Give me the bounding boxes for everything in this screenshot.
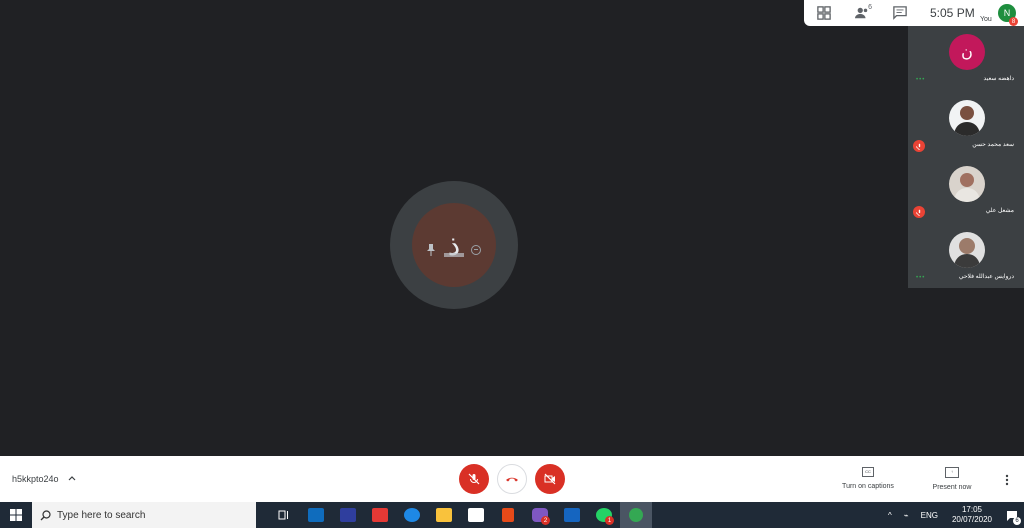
pdf-app[interactable] [492, 502, 524, 528]
self-indicator[interactable]: N You 8 [980, 4, 1018, 26]
store-app[interactable] [460, 502, 492, 528]
captions-label: Turn on captions [842, 483, 894, 490]
people-count: 6 [868, 4, 872, 11]
chrome-app[interactable] [620, 502, 652, 528]
speaking-indicator-icon: ••• [916, 275, 926, 281]
flipboard-app[interactable] [332, 502, 364, 528]
participant-photo [949, 166, 985, 202]
mic-off-icon [468, 473, 480, 485]
viber-app[interactable]: 2 [524, 502, 556, 528]
chevron-up-icon[interactable] [68, 474, 76, 482]
participant-tile[interactable]: سعد محمد حسن [908, 92, 1024, 157]
task-view-button[interactable] [268, 502, 300, 528]
mic-off-icon [913, 140, 925, 152]
mail-icon [308, 508, 324, 522]
system-tray: ^ ⌁ ENG 17:05 20/07/2020 6 [882, 502, 1024, 528]
people-icon[interactable]: 6 [850, 1, 874, 25]
participants-panel: ن ••• داهضه سعيد سعد محمد حسن مشعل علي •… [908, 26, 1024, 288]
participant-avatar: ن [949, 34, 985, 70]
mic-toggle-button[interactable] [459, 464, 489, 494]
present-button[interactable]: ↑ Present now [922, 467, 982, 491]
pdf-icon [502, 508, 514, 522]
mic-off-icon [913, 206, 925, 218]
search-placeholder: Type here to search [57, 509, 146, 521]
task-view-icon [278, 510, 288, 520]
participant-name: سعد محمد حسن [972, 142, 1014, 148]
meeting-info-bar: 6 5:05 PM N You 8 [804, 0, 1024, 26]
participant-name: دروايس عبدالله فلاحي [958, 274, 1014, 280]
edge-app[interactable] [396, 502, 428, 528]
system-clock[interactable]: 17:05 20/07/2020 [952, 505, 992, 525]
more-options-icon[interactable] [1005, 474, 1009, 486]
word-icon [564, 508, 580, 522]
windows-taskbar: Type here to search 2 1 ^ ⌁ ENG 17:05 20… [0, 502, 1024, 528]
search-icon [40, 509, 51, 520]
windows-logo-icon [10, 509, 22, 521]
remove-icon[interactable] [471, 245, 481, 255]
mail-app[interactable] [300, 502, 332, 528]
viber-badge: 2 [541, 516, 550, 525]
language-indicator[interactable]: ENG [921, 511, 938, 520]
self-label: You [980, 16, 992, 23]
present-label: Present now [932, 484, 972, 491]
participant-tile[interactable]: مشعل علي [908, 158, 1024, 223]
participant-tile[interactable]: ن ••• داهضه سعيد [908, 26, 1024, 91]
clock-time: 17:05 [961, 505, 982, 514]
camera-off-icon [544, 473, 556, 485]
hang-up-icon [506, 477, 518, 482]
participant-photo [949, 232, 985, 268]
taskbar-search[interactable]: Type here to search [32, 502, 256, 528]
main-speaker-circle: ذ [412, 203, 496, 287]
participant-tile[interactable]: ••• دروايس عبدالله فلاحي [908, 224, 1024, 289]
pin-icon[interactable] [426, 244, 436, 256]
captions-button[interactable]: CC Turn on captions [838, 467, 898, 490]
speaking-indicator-icon: ••• [916, 77, 926, 83]
whatsapp-app[interactable]: 1 [588, 502, 620, 528]
folder-icon [436, 508, 452, 522]
app-icon [372, 508, 388, 522]
file-explorer-app[interactable] [428, 502, 460, 528]
layout-icon[interactable] [812, 1, 836, 25]
meeting-stage: 6 5:05 PM N You 8 ن ••• داهضه سعيد سعد م… [0, 0, 1024, 456]
leave-call-button[interactable] [497, 464, 527, 494]
main-speaker-avatar: ذ [390, 181, 518, 309]
camera-toggle-button[interactable] [535, 464, 565, 494]
present-icon: ↑ [945, 467, 959, 478]
notification-center[interactable]: 6 [1000, 502, 1024, 528]
mute-label-bar [444, 253, 464, 257]
self-badge: 8 [1009, 17, 1018, 26]
participant-name: داهضه سعيد [983, 76, 1014, 82]
call-controls-bar: h5kkpto24o CC Turn on captions ↑ Present… [0, 456, 1024, 502]
word-app[interactable] [556, 502, 588, 528]
captions-icon: CC [862, 467, 874, 477]
network-icon[interactable]: ⌁ [904, 511, 909, 520]
whatsapp-badge: 1 [605, 516, 614, 525]
start-button[interactable] [0, 502, 32, 528]
participant-name: مشعل علي [985, 208, 1014, 214]
participant-photo [949, 100, 985, 136]
clock-date: 20/07/2020 [951, 515, 992, 524]
chrome-icon [629, 508, 643, 522]
store-icon [468, 508, 484, 522]
meeting-clock: 5:05 PM [930, 6, 975, 20]
edge-icon [404, 508, 420, 522]
notification-count: 6 [1013, 517, 1021, 525]
chat-icon[interactable] [888, 1, 912, 25]
app-icon [340, 508, 356, 522]
red-app[interactable] [364, 502, 396, 528]
meeting-code[interactable]: h5kkpto24o [12, 474, 59, 484]
chevron-up-icon[interactable]: ^ [888, 511, 892, 520]
